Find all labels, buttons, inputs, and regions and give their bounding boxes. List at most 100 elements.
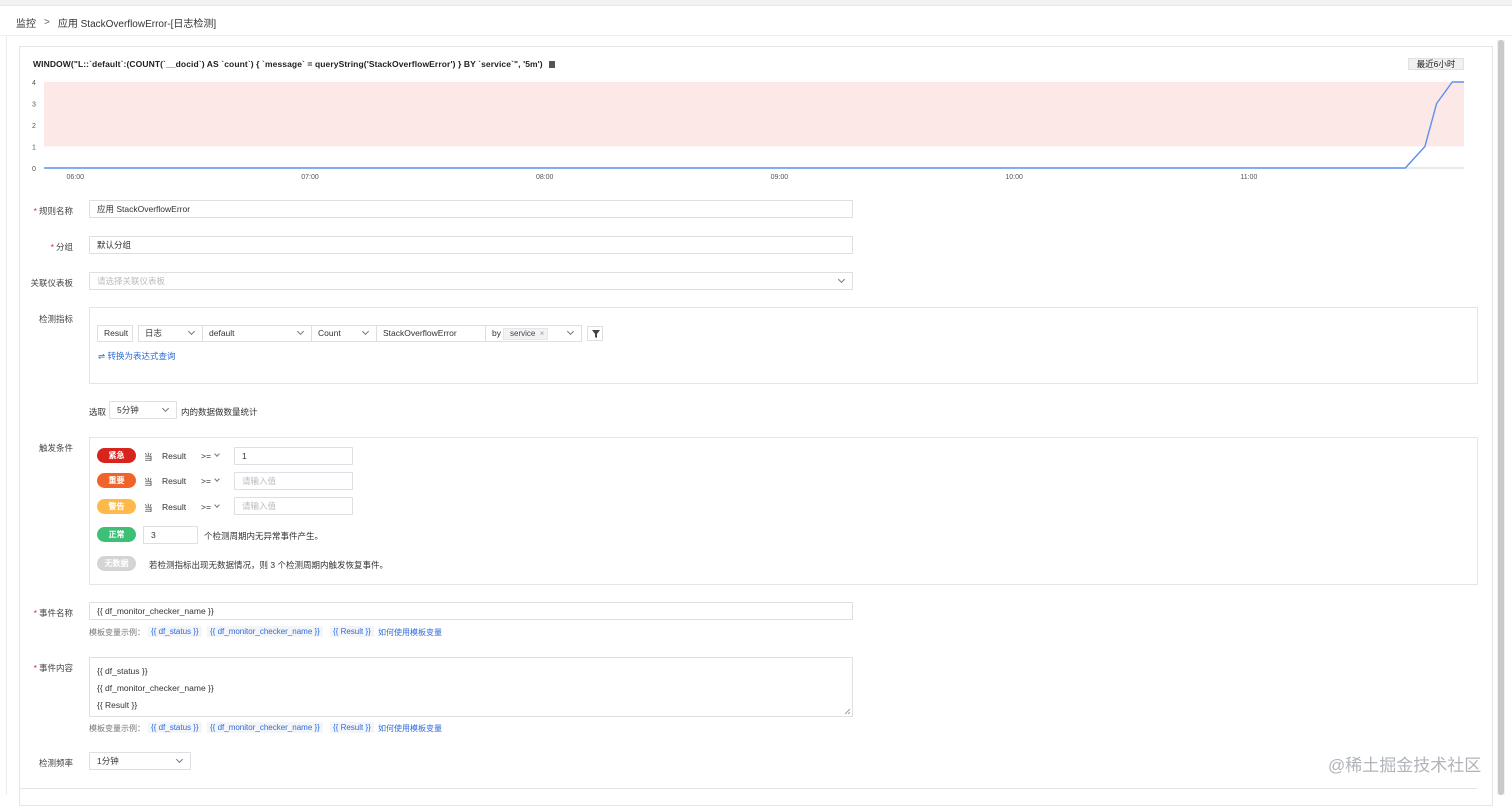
source-select[interactable]: 日志 [138,325,203,342]
template-help-link[interactable]: 如何使用模板变量 [378,723,442,734]
group-input[interactable]: 默认分组 [89,236,853,254]
event-name-input[interactable]: {{ df_monitor_checker_name }} [89,602,853,620]
breadcrumb-current: 应用 StackOverflowError-[日志检测] [57,19,217,30]
chevron-down-icon [361,327,370,336]
level-nodata-badge: 无数据 [97,556,136,571]
metric-box [89,307,1478,384]
frequency-value: 1分钟 [97,756,119,766]
index-value: default [209,328,235,338]
y-tick-label: 1 [32,145,36,152]
filter-button[interactable] [587,326,603,341]
chevron-down-icon [837,275,846,284]
result-label: Result [162,502,187,512]
service-tag-label: service [510,329,536,338]
nodata-description: 若检测指标出现无数据情况，则 3 个检测周期内触发恢复事件。 [149,560,388,570]
operator-select-important[interactable]: >= [201,476,220,486]
x-tick-label: 07:00 [301,174,319,181]
x-tick-label: 10:00 [1005,174,1023,181]
template-var-result[interactable]: {{ Result }} [330,722,374,733]
y-tick-label: 4 [32,80,36,87]
x-tick-label: 09:00 [771,174,789,181]
operator-select-critical[interactable]: >= [201,451,220,461]
when-label: 当 [144,503,153,513]
y-tick-label: 2 [32,123,36,130]
window-value: 5分钟 [117,405,139,415]
normal-periods-input[interactable]: 3 [143,526,198,544]
template-var-status[interactable]: {{ df_status }} [148,626,202,637]
rule-name-input[interactable]: 应用 StackOverflowError [89,200,853,218]
event-name-label: * 事件名称 [33,608,73,618]
y-tick-label: 3 [32,102,36,109]
scrollbar[interactable] [1497,40,1505,795]
level-normal-badge: 正常 [97,527,136,542]
event-content-label: * 事件内容 [33,663,73,673]
level-critical-badge: 紧急 [97,448,136,463]
resize-handle-icon[interactable] [844,708,851,715]
content-line: {{ df_monitor_checker_name }} [97,683,214,693]
bottom-divider [19,788,1477,789]
header-divider [0,35,1512,36]
chevron-down-icon [566,327,575,336]
time-range-button[interactable]: 最近6小时 [1408,58,1464,70]
aggregation-select[interactable]: Count [311,325,377,342]
template-var-result[interactable]: {{ Result }} [330,626,374,637]
metric-label: 检测指标 [38,314,73,324]
template-var-checker-name[interactable]: {{ df_monitor_checker_name }} [207,626,323,637]
close-icon[interactable]: × [540,329,545,339]
source-value: 日志 [145,328,163,338]
x-tick-label: 11:00 [1240,174,1257,181]
chevron-down-icon [161,404,170,413]
dashboard-placeholder: 请选择关联仪表板 [97,276,166,286]
query-expression: WINDOW("L::`default`:(COUNT(`__docid`) A… [33,59,555,69]
window-prefix: 选取 [89,407,107,417]
important-threshold-input[interactable]: 请输入值 [234,472,353,490]
convert-to-expression-link[interactable]: ⇌ 转换为表达式查询 [98,350,176,362]
index-select[interactable]: default [202,325,312,342]
frequency-label: 检测频率 [38,758,73,768]
when-label: 当 [144,477,153,487]
watermark: @稀土掘金技术社区 [1328,756,1482,775]
template-hint-prefix: 模板变量示例： [89,724,145,733]
normal-description: 个检测周期内无异常事件产生。 [204,531,324,541]
template-help-link[interactable]: 如何使用模板变量 [378,627,442,638]
preview-chart: 0 1 2 3 4 06:00 07:00 08:00 09:00 10:00 11:00 [32,80,1464,181]
trigger-label: 触发条件 [38,443,73,453]
warning-threshold-input[interactable]: 请输入值 [234,497,353,515]
breadcrumb-parent[interactable]: 监控 [16,15,36,30]
template-var-status[interactable]: {{ df_status }} [148,722,202,733]
threshold-band [44,82,1464,147]
scrollbar-thumb[interactable] [1498,40,1504,795]
dashboard-label: 关联仪表板 [30,278,73,288]
result-label: Result [162,476,187,486]
critical-threshold-input[interactable]: 1 [234,447,353,465]
copy-icon[interactable] [548,61,555,68]
service-tag[interactable]: service × [503,328,549,340]
frequency-select[interactable]: 1分钟 [89,752,191,770]
event-content-textarea[interactable]: {{ df_status }} {{ df_monitor_checker_na… [89,657,853,717]
metric-result-name: Result [97,325,133,342]
template-hint-prefix: 模板变量示例： [89,628,145,637]
keyword-input[interactable]: StackOverflowError [376,325,486,342]
level-warning-badge: 警告 [97,499,136,514]
breadcrumb: 监控 > 应用 StackOverflowError-[日志检测] [16,15,216,30]
breadcrumb-separator: > [44,17,50,28]
filter-icon [592,330,600,338]
dashboard-select[interactable]: 请选择关联仪表板 [89,272,853,290]
level-important-badge: 重要 [97,473,136,488]
group-label: * 分组 [50,242,73,252]
result-label: Result [162,451,187,461]
window-suffix: 内的数据做数量统计 [181,407,258,417]
left-divider [6,36,7,795]
content-line: {{ df_status }} [97,666,148,676]
top-frame-bar [0,0,1512,6]
y-tick-label: 0 [32,166,36,173]
operator-select-warning[interactable]: >= [201,502,220,512]
chevron-down-icon [187,327,196,336]
x-tick-label: 06:00 [67,174,85,181]
x-tick-label: 08:00 [536,174,554,181]
content-line: {{ Result }} [97,700,138,710]
window-select[interactable]: 5分钟 [109,401,177,419]
chevron-down-icon [296,327,305,336]
template-var-checker-name[interactable]: {{ df_monitor_checker_name }} [207,722,323,733]
when-label: 当 [144,452,153,462]
